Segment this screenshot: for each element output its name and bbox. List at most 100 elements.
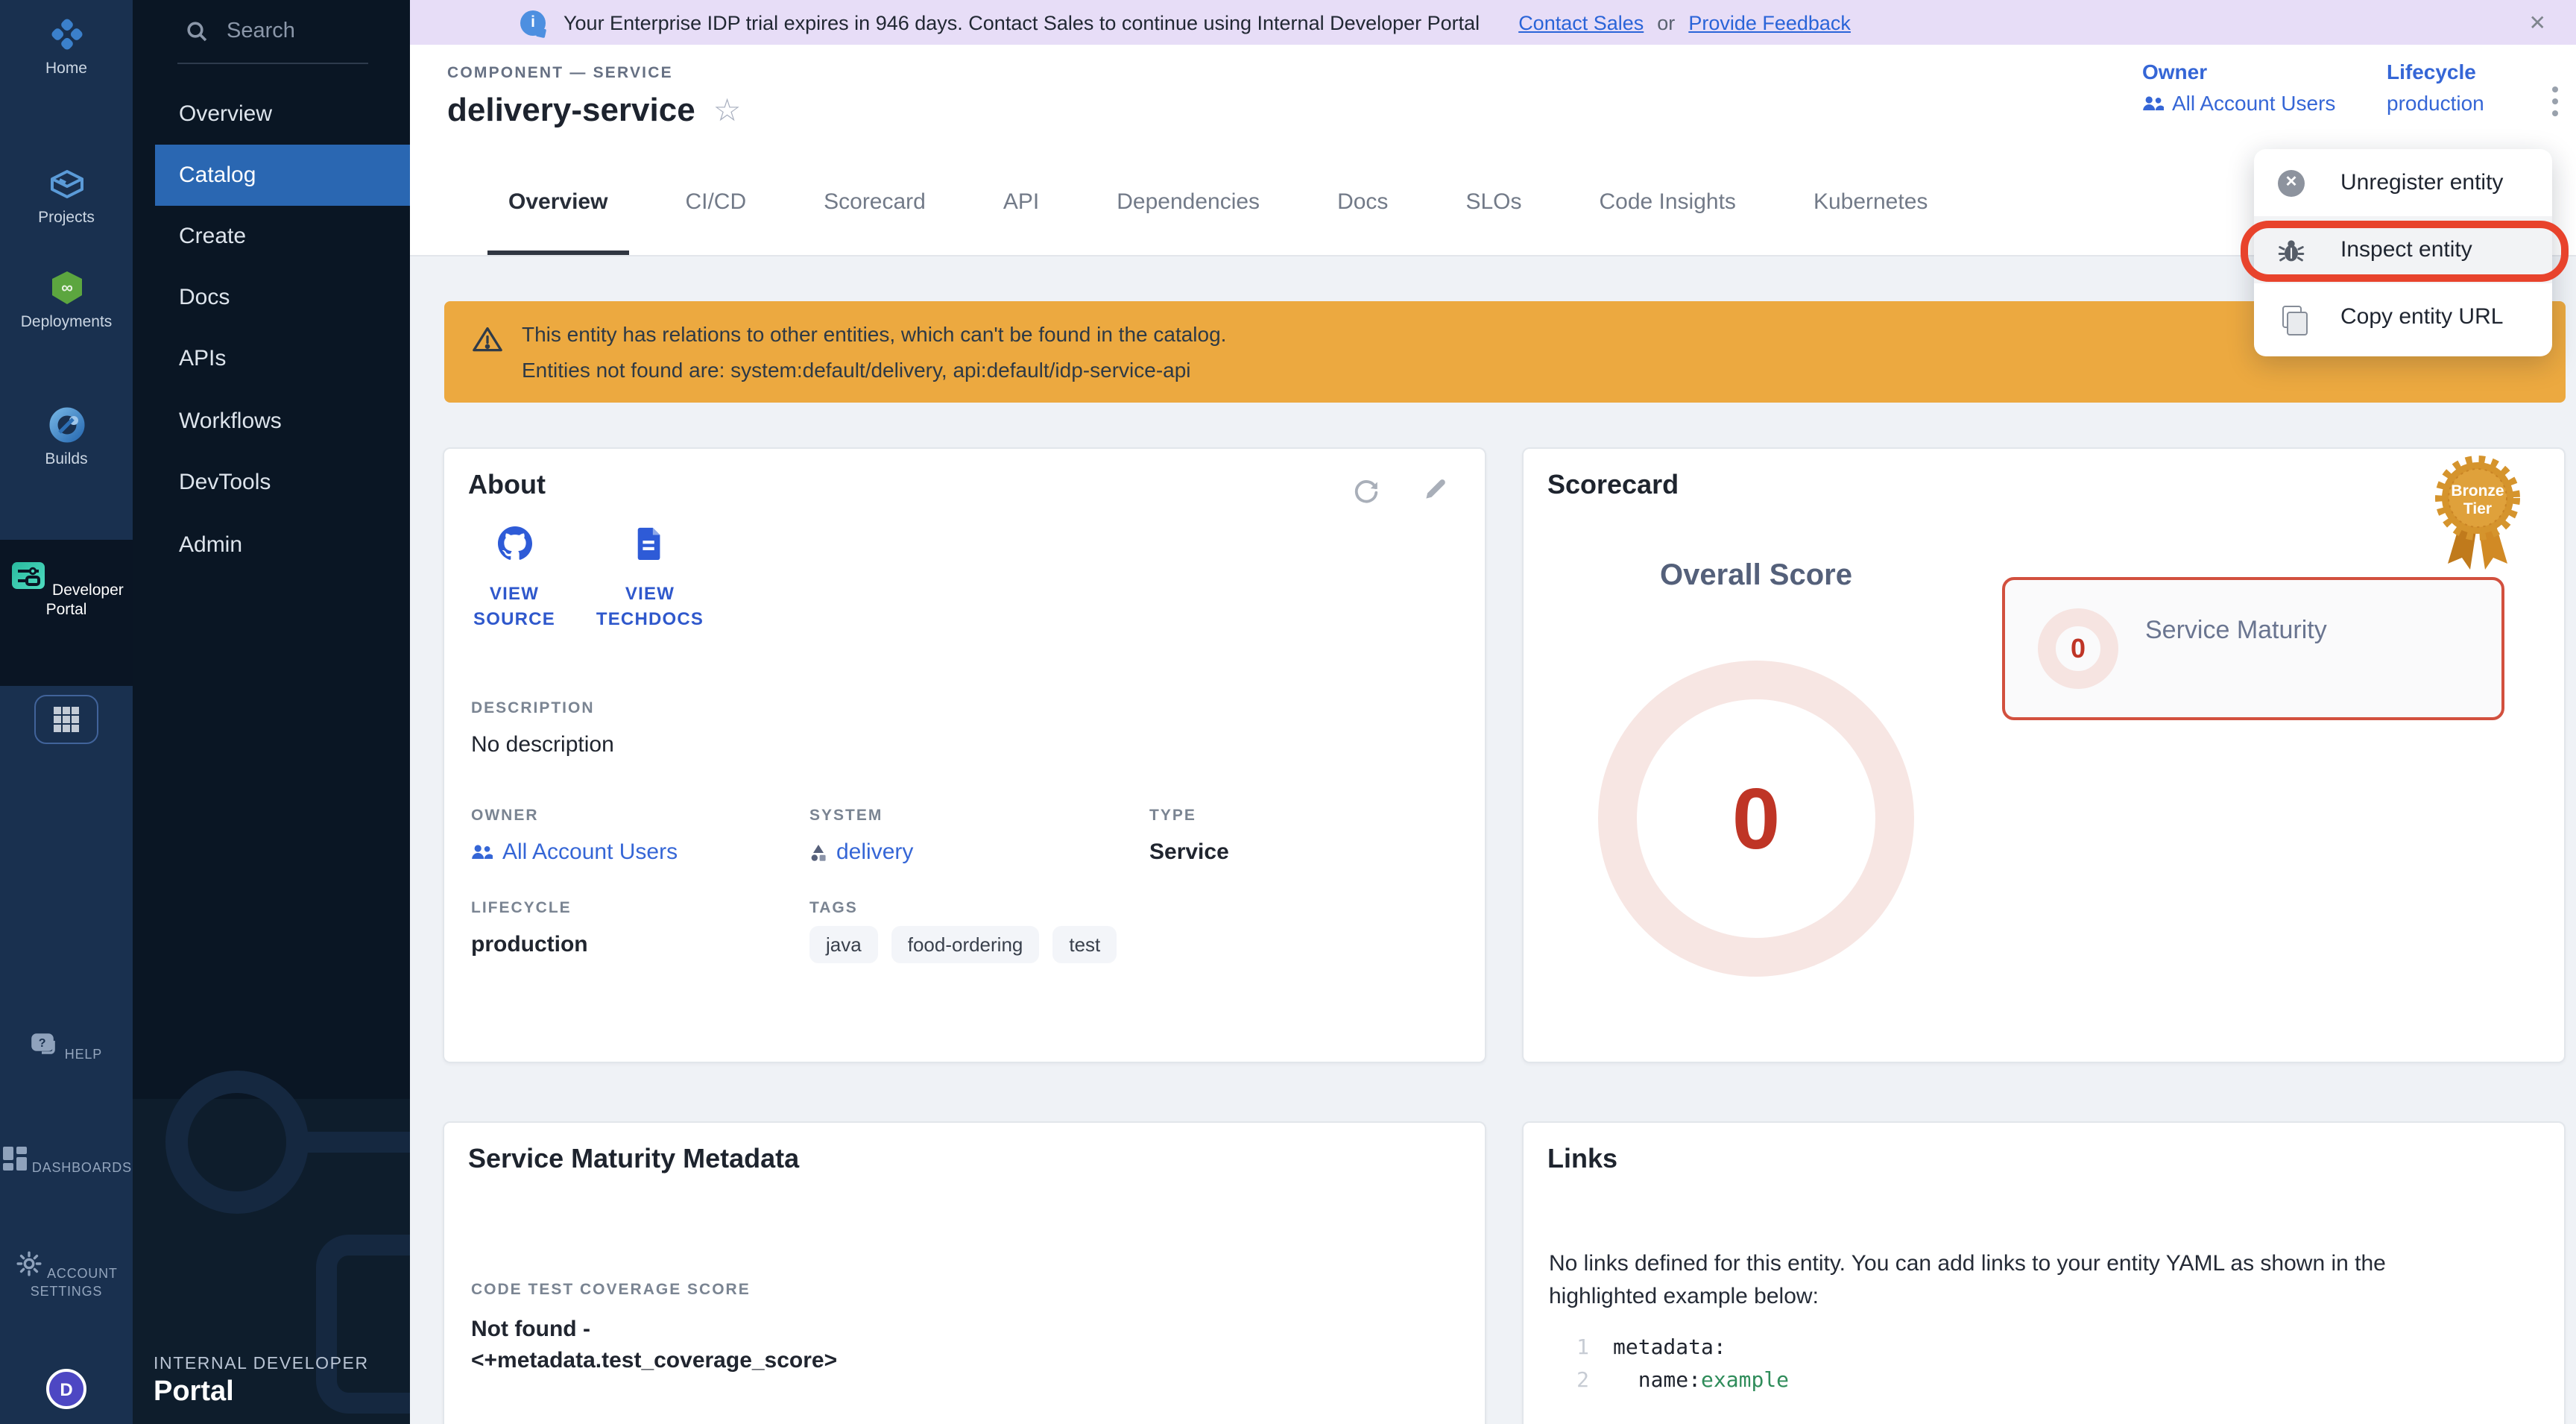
rail-label-account-2: SETTINGS <box>31 1284 102 1299</box>
tab-cicd[interactable]: CI/CD <box>646 149 785 255</box>
rail-item-home[interactable]: Home <box>0 15 133 79</box>
menu-item-label: Copy entity URL <box>2340 304 2503 330</box>
developer-portal-icon <box>9 582 52 599</box>
about-title: About <box>468 470 546 501</box>
lifecycle-field-label: LIFECYCLE <box>471 899 572 917</box>
tags-field-label: TAGS <box>809 899 858 917</box>
owner-value-link[interactable]: All Account Users <box>2142 91 2335 115</box>
entity-menu-kebab-icon[interactable] <box>2552 86 2558 116</box>
view-techdocs-link[interactable]: VIEW TECHDOCS <box>590 526 710 632</box>
techdocs-file-icon <box>635 526 665 561</box>
view-techdocs-label: VIEW TECHDOCS <box>590 582 710 632</box>
rail-item-account-settings[interactable]: ACCOUNT SETTINGS <box>0 1250 133 1300</box>
tag-chip[interactable]: test <box>1052 926 1117 963</box>
harness-logo-icon <box>0 15 133 54</box>
info-icon: i <box>520 10 546 35</box>
view-source-link[interactable]: VIEW SOURCE <box>455 526 574 632</box>
sidebar-item-overview[interactable]: Overview <box>133 84 410 145</box>
owner-field-label: OWNER <box>471 807 539 825</box>
banner-close-icon[interactable]: ✕ <box>2529 10 2546 36</box>
description-label: DESCRIPTION <box>471 699 595 717</box>
refresh-icon[interactable] <box>1352 476 1380 504</box>
github-icon <box>497 526 531 561</box>
tab-api[interactable]: API <box>965 149 1078 255</box>
apps-grid-icon <box>54 708 79 732</box>
coverage-score-line1: Not found - <box>471 1314 837 1345</box>
maturity-metadata-card: Service Maturity Metadata CODE TEST COVE… <box>443 1121 1486 1424</box>
tab-scorecard[interactable]: Scorecard <box>785 149 965 255</box>
links-title: Links <box>1547 1144 1617 1175</box>
links-card: Links No links defined for this entity. … <box>1522 1121 2566 1424</box>
tab-kubernetes[interactable]: Kubernetes <box>1775 149 1966 255</box>
decorative-bar <box>297 1132 410 1153</box>
code-value: example <box>1701 1364 1789 1397</box>
projects-cube-icon <box>0 167 133 203</box>
tag-chip[interactable]: food-ordering <box>891 926 1040 963</box>
system-icon <box>809 843 827 861</box>
rail-label-home: Home <box>45 60 87 78</box>
avatar-initial: D <box>60 1379 72 1399</box>
help-chat-icon: ? <box>31 1047 65 1062</box>
search-label: Search <box>227 19 295 43</box>
system-field-label: SYSTEM <box>809 807 883 825</box>
type-field-label: TYPE <box>1149 807 1196 825</box>
code-key: name: <box>1638 1364 1701 1397</box>
rail-label-dashboards: DASHBOARDS <box>32 1160 132 1175</box>
menu-item-copy-entity-url[interactable]: Copy entity URL <box>2254 283 2552 350</box>
user-avatar[interactable]: D <box>46 1369 86 1409</box>
dashboards-icon <box>1 1160 32 1175</box>
tab-code-insights[interactable]: Code Insights <box>1560 149 1774 255</box>
builds-ci-icon <box>0 406 133 444</box>
rail-item-help[interactable]: ? HELP <box>0 1032 133 1063</box>
rail-item-developer-portal[interactable]: Developer Portal <box>0 540 133 686</box>
sidebar-search[interactable]: Search <box>133 0 410 63</box>
links-empty-text: No links defined for this entity. You ca… <box>1549 1248 2488 1314</box>
sidebar-item-label: Create <box>179 224 246 249</box>
tab-slos[interactable]: SLOs <box>1427 149 1560 255</box>
overall-score-label: Overall Score <box>1592 559 1920 593</box>
sidebar-item-apis[interactable]: APIs <box>133 328 410 389</box>
favorite-star-icon[interactable]: ☆ <box>713 92 742 130</box>
code-line-number: 2 <box>1568 1364 1589 1397</box>
contact-sales-link[interactable]: Contact Sales <box>1518 11 1644 34</box>
tab-docs[interactable]: Docs <box>1298 149 1427 255</box>
sidebar-item-label: Overview <box>179 101 272 127</box>
scorecard-title: Scorecard <box>1547 470 1679 501</box>
edit-pencil-icon[interactable] <box>1422 476 1449 503</box>
main-area: i Your Enterprise IDP trial expires in 9… <box>410 0 2576 1424</box>
tab-overview[interactable]: Overview <box>470 149 646 255</box>
provide-feedback-link[interactable]: Provide Feedback <box>1688 11 1851 34</box>
tab-dependencies[interactable]: Dependencies <box>1078 149 1298 255</box>
system-field-value: delivery <box>836 839 913 865</box>
svg-text:?: ? <box>40 1037 48 1050</box>
brand-line-bottom: Portal <box>154 1376 369 1409</box>
or-text: or <box>1657 11 1675 34</box>
bronze-tier-badge: Bronze Tier <box>2430 455 2525 585</box>
system-field-link[interactable]: delivery <box>809 839 913 865</box>
owner-field-link[interactable]: All Account Users <box>471 839 678 865</box>
svg-text:∞: ∞ <box>60 278 72 297</box>
service-maturity-box[interactable]: 0 Service Maturity <box>2002 577 2504 720</box>
tag-chip[interactable]: java <box>809 926 878 963</box>
sidebar-item-docs[interactable]: Docs <box>133 267 410 328</box>
rail-item-projects[interactable]: Projects <box>0 167 133 228</box>
svg-text:Tier: Tier <box>2463 500 2492 517</box>
decorative-ring <box>165 1071 309 1214</box>
rail-item-deployments[interactable]: ∞ Deployments <box>0 268 133 333</box>
sidebar-item-label: Admin <box>179 532 242 558</box>
sidebar-item-admin[interactable]: Admin <box>133 514 410 576</box>
sidebar-item-catalog[interactable]: Catalog <box>155 145 410 206</box>
app-window: Home Projects ∞ Deployments Builds Devel… <box>0 0 2576 1424</box>
warning-line-2: Entities not found are: system:default/d… <box>522 358 1191 382</box>
app-rail: Home Projects ∞ Deployments Builds Devel… <box>0 0 133 1424</box>
menu-item-unregister-entity[interactable]: ✕ Unregister entity <box>2254 149 2552 216</box>
module-picker-button[interactable] <box>34 695 98 744</box>
annotation-highlight-ring <box>2241 221 2569 282</box>
sidebar-item-workflows[interactable]: Workflows <box>133 391 410 452</box>
rail-item-dashboards[interactable]: DASHBOARDS <box>0 1145 133 1176</box>
sidebar-item-create[interactable]: Create <box>133 206 410 267</box>
copy-icon <box>2282 306 2301 328</box>
about-card: About VIEW SOURCE VIEW TECHDOCS DESCRIPT… <box>443 447 1486 1063</box>
sidebar-item-devtools[interactable]: DevTools <box>133 452 410 513</box>
rail-item-builds[interactable]: Builds <box>0 406 133 470</box>
